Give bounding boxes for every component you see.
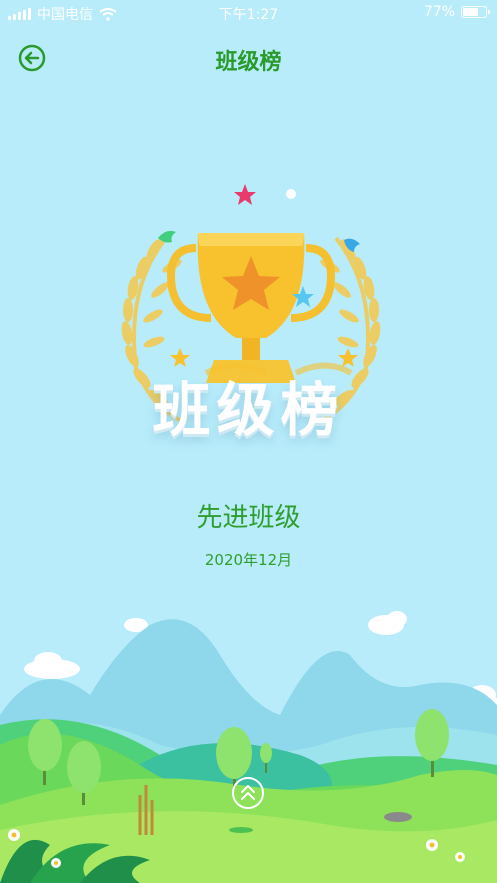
decorative-dot bbox=[286, 189, 296, 199]
banner-title: 班级榜 bbox=[152, 376, 345, 444]
double-chevron-up-icon bbox=[241, 785, 255, 800]
award-date: 2020年12月 bbox=[204, 551, 293, 569]
battery-icon bbox=[461, 6, 490, 18]
nav-bar: 班级榜 bbox=[0, 36, 497, 80]
status-right: 77% bbox=[423, 4, 490, 20]
battery-fill bbox=[463, 8, 479, 16]
status-bar: 中国电信 下午1:27 77% bbox=[0, 0, 497, 26]
scroll-up-button[interactable] bbox=[232, 777, 264, 809]
status-time: 下午1:27 bbox=[218, 7, 279, 23]
award-title: 先进班级 bbox=[196, 503, 301, 533]
landscape-illustration bbox=[0, 611, 497, 883]
battery-percent: 77% bbox=[423, 4, 455, 20]
page-title: 班级榜 bbox=[215, 50, 282, 75]
pink-star-icon bbox=[234, 184, 256, 205]
